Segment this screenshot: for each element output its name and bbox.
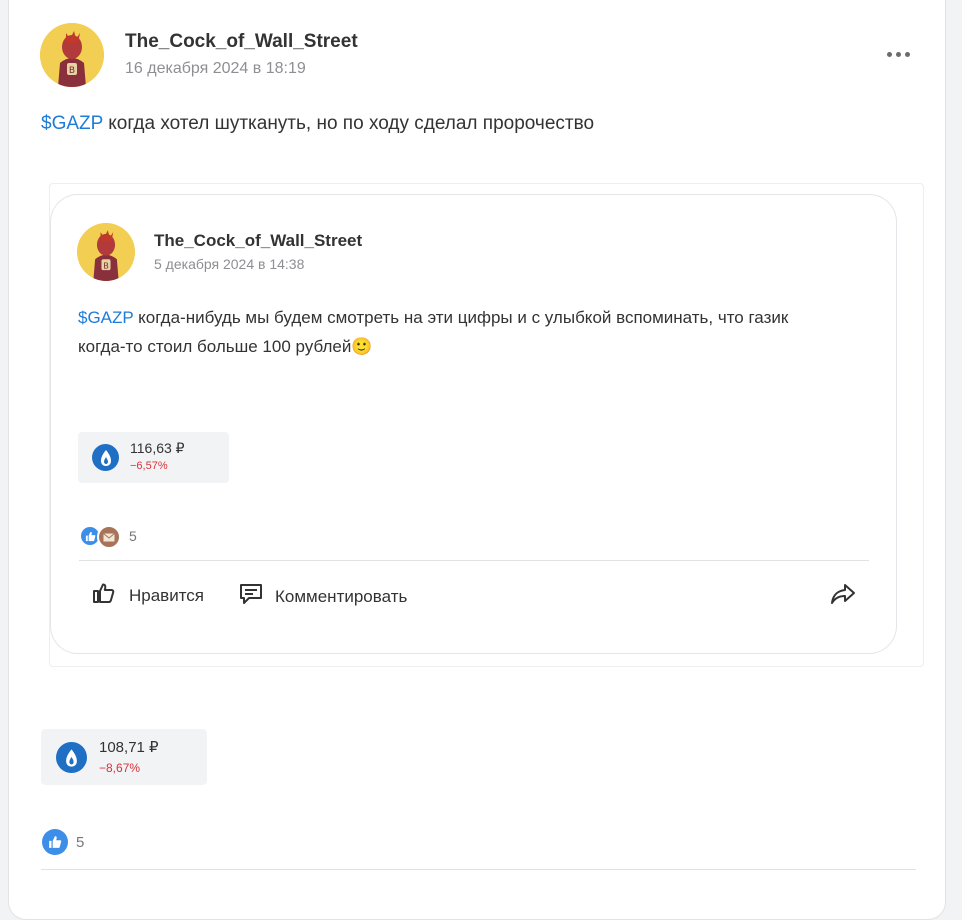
like-label: Нравится xyxy=(129,585,205,605)
thumb-up-icon xyxy=(93,583,115,608)
svg-text:B: B xyxy=(69,66,75,76)
post-divider xyxy=(41,869,916,870)
quoted-stock-change: −6,57% xyxy=(130,460,168,472)
quoted-stock-card[interactable]: 116,63 ₽ −6,57% xyxy=(78,432,229,483)
smile-emoji: 🙂 xyxy=(351,337,373,357)
quoted-divider xyxy=(79,560,869,561)
quoted-reactions[interactable]: 5 xyxy=(79,525,159,549)
post-body: когда хотел шуткануть, но по ходу сделал… xyxy=(102,113,595,134)
gazprom-logo-icon xyxy=(56,742,87,773)
quoted-post[interactable]: B The_Cock_of_Wall_Street 5 декабря 2024… xyxy=(50,194,897,654)
comment-button[interactable]: Комментировать xyxy=(239,583,407,610)
quoted-text-line2: когда-то стоил больше 100 рублей xyxy=(78,337,352,356)
post-text: $GAZP когда хотел шуткануть, но по ходу … xyxy=(41,113,594,135)
author-avatar[interactable]: B xyxy=(40,23,104,87)
quoted-author-name[interactable]: The_Cock_of_Wall_Street xyxy=(154,231,362,251)
quoted-reactions-count: 5 xyxy=(129,528,137,544)
quoted-author-avatar[interactable]: B xyxy=(77,223,135,281)
quoted-ticker-link[interactable]: $GAZP xyxy=(78,308,133,327)
quoted-post-date[interactable]: 5 декабря 2024 в 14:38 xyxy=(154,256,304,272)
stock-card[interactable]: 108,71 ₽ −8,67% xyxy=(41,729,207,785)
quoted-post-text: $GAZP когда-нибудь мы будем смотреть на … xyxy=(78,303,878,362)
share-icon[interactable] xyxy=(830,583,856,610)
mail-reaction-icon xyxy=(97,525,121,549)
post-card: B The_Cock_of_Wall_Street 16 декабря 202… xyxy=(8,0,946,920)
comment-label: Комментировать xyxy=(275,586,408,606)
stock-change: −8,67% xyxy=(99,761,141,775)
post-date[interactable]: 16 декабря 2024 в 18:19 xyxy=(125,60,306,78)
more-dots-icon[interactable] xyxy=(887,52,910,57)
quoted-post-frame[interactable]: B The_Cock_of_Wall_Street 5 декабря 2024… xyxy=(49,183,924,667)
gazprom-logo-icon xyxy=(92,444,119,471)
quoted-text-line1: когда-нибудь мы будем смотреть на эти ци… xyxy=(133,308,789,327)
svg-text:B: B xyxy=(103,260,109,270)
comment-icon xyxy=(239,583,263,610)
like-button[interactable]: Нравится xyxy=(93,583,204,608)
stock-price: 108,71 ₽ xyxy=(99,739,159,756)
quoted-stock-price: 116,63 ₽ xyxy=(130,440,185,456)
reactions-count: 5 xyxy=(76,833,85,851)
like-reaction-icon xyxy=(42,829,68,855)
ticker-link[interactable]: $GAZP xyxy=(41,113,103,134)
reactions[interactable]: 5 xyxy=(42,829,84,855)
author-name[interactable]: The_Cock_of_Wall_Street xyxy=(125,31,358,53)
